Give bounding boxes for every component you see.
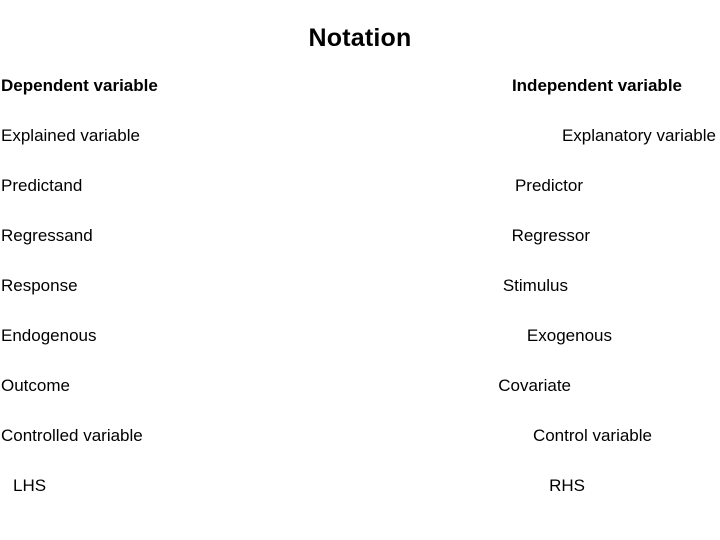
table-row: Endogenous Exogenous — [0, 322, 720, 372]
independent-term: Stimulus — [502, 276, 568, 295]
independent-term: Control variable — [532, 426, 652, 445]
dependent-term: Controlled variable — [1, 426, 143, 445]
table-row: Regressand Regressor — [0, 222, 720, 272]
independent-term: Explanatory variable — [561, 126, 716, 145]
independent-term: RHS — [549, 476, 585, 495]
independent-term: Exogenous — [526, 326, 612, 345]
dependent-term: Predictand — [1, 176, 83, 195]
independent-term: Covariate — [498, 376, 571, 395]
table-row: Explained variable Explanatory variable — [0, 122, 720, 172]
notation-term-table: Dependent variable Independent variable … — [0, 72, 720, 522]
table-row: LHS RHS — [0, 472, 720, 522]
page-title: Notation — [308, 24, 412, 52]
column-header-independent: Independent variable — [511, 76, 682, 95]
independent-term: Predictor — [514, 176, 583, 195]
dependent-term: Regressand — [1, 226, 93, 245]
column-header-dependent: Dependent variable — [1, 76, 158, 95]
dependent-term: LHS — [13, 476, 47, 495]
table-row: Response Stimulus — [0, 272, 720, 322]
dependent-term: Endogenous — [1, 326, 97, 345]
notation-slide: Notation Dependent variable Independent … — [0, 0, 720, 540]
table-row: Outcome Covariate — [0, 372, 720, 422]
table-row: Controlled variable Control variable — [0, 422, 720, 472]
table-row: Predictand Predictor — [0, 172, 720, 222]
dependent-term: Explained variable — [1, 126, 140, 145]
table-header-row: Dependent variable Independent variable — [0, 72, 720, 122]
dependent-term: Outcome — [1, 376, 70, 395]
independent-term: Regressor — [511, 226, 590, 245]
dependent-term: Response — [1, 276, 78, 295]
